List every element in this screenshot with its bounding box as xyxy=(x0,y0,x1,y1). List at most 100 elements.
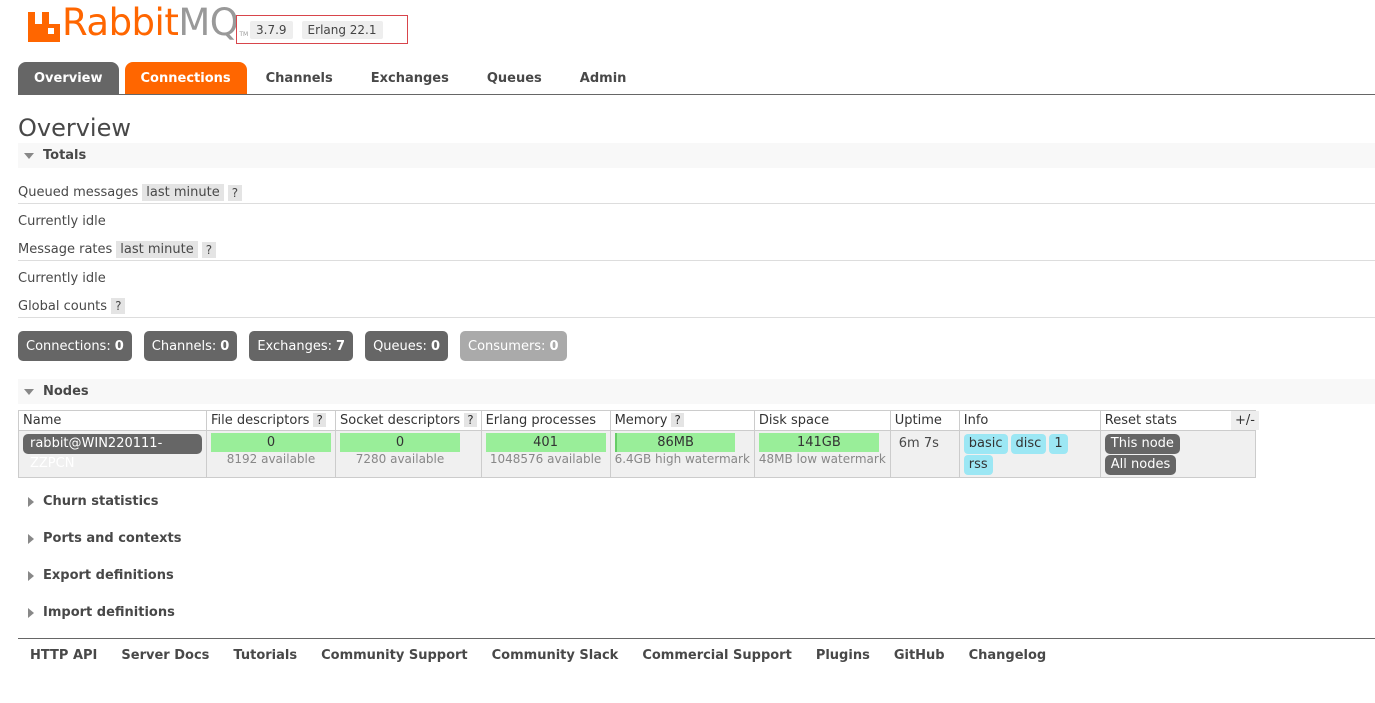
footer-link-changelog[interactable]: Changelog xyxy=(969,648,1047,663)
rabbitmq-logo-icon xyxy=(28,9,60,42)
consumers-count-button: Consumers: 0 xyxy=(460,331,567,361)
footer-link-server-docs[interactable]: Server Docs xyxy=(121,648,209,663)
info-badge-basic: basic xyxy=(963,434,1008,454)
count-label: Consumers: xyxy=(468,338,546,354)
info-badge-disc: disc xyxy=(1010,434,1047,454)
info-badge-rss: rss xyxy=(963,455,993,475)
collapsed-triangle-icon xyxy=(28,607,34,618)
main-nav-tabs: Overview Connections Channels Exchanges … xyxy=(18,62,1375,95)
queues-count-button[interactable]: Queues: 0 xyxy=(365,331,448,361)
file-descriptors-help-icon[interactable]: ? xyxy=(313,413,326,427)
section-churn-statistics[interactable]: Churn statistics xyxy=(26,494,159,509)
section-export-definitions[interactable]: Export definitions xyxy=(26,568,174,583)
uptime-cell: 6m 7s xyxy=(889,430,960,478)
queued-messages-range-button[interactable]: last minute xyxy=(142,184,224,201)
count-label: Exchanges: xyxy=(257,338,333,354)
section-import-definitions[interactable]: Import definitions xyxy=(26,605,175,620)
channels-count-button[interactable]: Channels: 0 xyxy=(143,331,238,361)
col-info-label: Info xyxy=(963,413,989,428)
count-value: 0 xyxy=(430,338,440,354)
file-descriptors-meter: 0 xyxy=(211,433,331,452)
global-counts-row: Global counts ? xyxy=(18,298,126,314)
disk-space-meter: 141GB xyxy=(758,433,879,452)
reset-all-nodes-button[interactable]: All nodes xyxy=(1104,455,1177,475)
tab-queues[interactable]: Queues xyxy=(468,62,561,94)
collapsed-triangle-icon xyxy=(28,570,34,581)
collapsed-triangle-icon xyxy=(28,533,34,544)
col-name-label: Name xyxy=(23,413,62,428)
col-erlang-processes-label: Erlang processes xyxy=(485,413,597,428)
info-cell: basic disc 1 rss xyxy=(958,430,1101,478)
divider xyxy=(18,317,1375,318)
socket-descriptors-cell: 0 7280 available xyxy=(335,430,482,478)
col-file-descriptors: File descriptors? xyxy=(206,410,336,431)
queued-messages-label: Queued messages xyxy=(18,185,139,200)
page-title: Overview xyxy=(18,114,131,142)
erlang-processes-available: 1048576 available xyxy=(489,452,602,466)
footer-link-commercial-support[interactable]: Commercial Support xyxy=(642,648,792,663)
footer-link-community-support[interactable]: Community Support xyxy=(321,648,468,663)
footer-link-http-api[interactable]: HTTP API xyxy=(30,648,97,663)
count-label: Connections: xyxy=(26,338,111,354)
message-rates-help-icon[interactable]: ? xyxy=(201,241,217,258)
footer-link-community-slack[interactable]: Community Slack xyxy=(492,648,619,663)
rabbitmq-logo[interactable]: RabbitMQ TM xyxy=(28,2,248,42)
section-totals-header[interactable]: Totals xyxy=(18,143,1375,168)
memory-meter: 86MB xyxy=(614,433,735,452)
tab-connections[interactable]: Connections xyxy=(124,62,247,94)
logo-text-rabbit: Rabbit xyxy=(62,1,179,44)
memory-watermark: 6.4GB high watermark xyxy=(614,452,750,466)
reset-stats-cell: This nodeAll nodes xyxy=(1099,430,1256,478)
section-ports-and-contexts[interactable]: Ports and contexts xyxy=(26,531,181,546)
expanded-triangle-icon xyxy=(24,388,34,395)
disk-space-cell: 141GB 48MB low watermark xyxy=(753,430,891,478)
divider xyxy=(18,203,1375,204)
queued-messages-status: Currently idle xyxy=(18,214,106,229)
socket-descriptors-meter: 0 xyxy=(340,433,460,452)
erlang-processes-cell: 401 1048576 available xyxy=(480,430,611,478)
table-row: rabbit@WIN220111-ZZPCN 0 8192 available … xyxy=(18,430,1256,478)
message-rates-range-button[interactable]: last minute xyxy=(116,241,198,258)
footer-link-tutorials[interactable]: Tutorials xyxy=(233,648,297,663)
count-value: 0 xyxy=(549,338,559,354)
section-label: Ports and contexts xyxy=(43,531,182,546)
count-label: Channels: xyxy=(151,338,217,354)
info-badge-count: 1 xyxy=(1049,434,1068,454)
tab-exchanges[interactable]: Exchanges xyxy=(352,62,468,94)
tab-overview[interactable]: Overview xyxy=(18,62,119,94)
collapsed-triangle-icon xyxy=(28,496,34,507)
divider xyxy=(18,260,1375,261)
tab-admin[interactable]: Admin xyxy=(561,62,646,94)
queued-messages-help-icon[interactable]: ? xyxy=(227,184,243,201)
column-toggle-button[interactable]: +/- xyxy=(1231,411,1259,430)
message-rates-label: Message rates xyxy=(18,242,113,257)
section-label: Import definitions xyxy=(43,605,175,620)
version-info: 3.7.9 Erlang 22.1 xyxy=(236,15,408,44)
reset-this-node-button[interactable]: This node xyxy=(1104,434,1180,454)
section-totals-title: Totals xyxy=(43,148,87,163)
section-nodes-header[interactable]: Nodes xyxy=(18,379,1375,404)
file-descriptors-available: 8192 available xyxy=(226,452,316,466)
global-counts-help-icon[interactable]: ? xyxy=(111,298,126,314)
count-label: Queues: xyxy=(373,338,427,354)
exchanges-count-button[interactable]: Exchanges: 7 xyxy=(249,331,354,361)
connections-count-button[interactable]: Connections: 0 xyxy=(18,331,132,361)
memory-cell: 86MB 6.4GB high watermark xyxy=(609,430,755,478)
message-rates-status: Currently idle xyxy=(18,271,106,286)
footer-link-github[interactable]: GitHub xyxy=(894,648,945,663)
erlang-processes-meter: 401 xyxy=(485,433,606,452)
section-label: Export definitions xyxy=(43,568,174,583)
count-value: 0 xyxy=(220,338,230,354)
nodes-table: Name File descriptors? Socket descriptor… xyxy=(18,410,1256,478)
logo-text: RabbitMQ xyxy=(62,1,239,44)
section-nodes-title: Nodes xyxy=(43,384,89,399)
col-info: Info xyxy=(958,410,1101,431)
tab-channels[interactable]: Channels xyxy=(247,62,352,94)
footer-link-plugins[interactable]: Plugins xyxy=(816,648,870,663)
col-socket-descriptors: Socket descriptors? xyxy=(335,410,482,431)
node-name-link[interactable]: rabbit@WIN220111-ZZPCN xyxy=(23,434,202,471)
memory-help-icon[interactable]: ? xyxy=(671,413,684,427)
socket-descriptors-help-icon[interactable]: ? xyxy=(464,413,477,427)
col-memory-label: Memory xyxy=(614,413,668,428)
count-value: 0 xyxy=(114,338,124,354)
